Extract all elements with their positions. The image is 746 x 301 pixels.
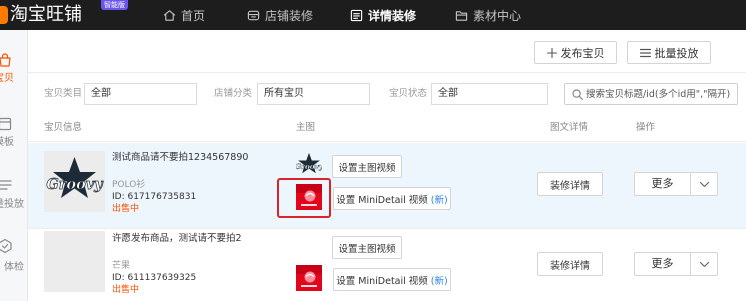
sidebar-item-label: 体检 <box>4 262 24 273</box>
column-header-info: 宝贝信息 <box>44 122 83 133</box>
set-main-video-button[interactable]: 设置主图视频 <box>332 236 402 259</box>
sidebar-item-label: 宝贝 <box>0 73 14 84</box>
groovy-logo-image: Groovy <box>295 152 324 174</box>
decorate-detail-label: 装修详情 <box>550 260 590 272</box>
sidebar-item-batch-placement[interactable]: 量投放 <box>0 177 27 217</box>
nav-item-label: 首页 <box>181 8 206 23</box>
store-icon <box>247 10 260 20</box>
publish-product-label: 发布宝贝 <box>560 46 605 60</box>
more-button[interactable]: 更多 <box>634 252 691 276</box>
set-minidetail-video-button[interactable]: 设置 MiniDetail 视频 (新) <box>333 268 451 291</box>
header-divider <box>28 141 746 142</box>
app-title[interactable]: 淘宝旺铺 <box>10 4 82 26</box>
more-dropdown-toggle[interactable] <box>690 172 718 196</box>
decorate-detail-button[interactable]: 装修详情 <box>537 252 603 276</box>
row-divider <box>28 228 746 229</box>
set-minidetail-video-label: 设置 MiniDetail 视频 <box>336 194 428 206</box>
sidebar-item-templates[interactable]: 模板 <box>0 116 27 156</box>
decorate-detail-label: 装修详情 <box>550 180 590 192</box>
set-minidetail-video-label: 设置 MiniDetail 视频 <box>336 275 428 287</box>
product-thumbnail[interactable] <box>44 231 105 292</box>
product-title[interactable]: 许愿发布商品，测试请不要拍2 <box>112 233 242 245</box>
plus-icon <box>546 47 557 58</box>
logo-lettering: Groovy <box>296 162 322 171</box>
batch-placement-label: 批量投放 <box>654 46 699 60</box>
sidebar-item-label: 模板 <box>0 137 14 148</box>
category-filter-label: 宝贝类目 <box>44 88 83 99</box>
product-category: POLO衫 <box>112 180 146 190</box>
top-nav-bar: 淘宝旺铺 智能版 首页 店铺装修 详情装修 素材中心 <box>0 0 746 30</box>
search-box[interactable] <box>564 83 738 105</box>
highlight-annotation-box <box>277 178 331 218</box>
folder-icon <box>455 10 468 21</box>
home-icon <box>163 9 176 21</box>
minidetail-thumbnail[interactable] <box>296 265 322 291</box>
decorate-detail-button[interactable]: 装修详情 <box>537 172 603 196</box>
nav-item-detail-decoration[interactable]: 详情装修 <box>350 0 416 30</box>
status-filter-label: 宝贝状态 <box>389 88 428 99</box>
taobao-logo-icon <box>0 6 8 24</box>
more-actions-dropdown: 更多 <box>634 172 718 196</box>
column-header-actions: 操作 <box>636 122 656 133</box>
shield-check-icon <box>0 238 12 254</box>
sidebar-item-products[interactable]: 宝贝 <box>0 52 27 92</box>
batch-list-icon <box>0 180 12 190</box>
search-icon <box>572 89 583 100</box>
nav-item-label: 详情装修 <box>368 8 417 23</box>
new-tag: (新) <box>430 275 448 287</box>
nav-item-material-center[interactable]: 素材中心 <box>455 0 521 30</box>
more-dropdown-toggle[interactable] <box>690 252 718 276</box>
toolbar-divider <box>28 72 746 73</box>
new-tag: (新) <box>430 194 448 206</box>
product-thumbnail[interactable]: Groovy <box>44 151 105 212</box>
left-sidebar: 宝贝 模板 量投放 体检 <box>0 30 28 301</box>
nav-item-label: 店铺装修 <box>265 8 314 23</box>
shop-category-select[interactable]: 所有宝贝 <box>257 83 370 105</box>
red-product-image <box>296 265 322 291</box>
status-select[interactable]: 全部 <box>431 83 548 105</box>
publish-product-button[interactable]: 发布宝贝 <box>534 41 617 64</box>
list-icon <box>639 48 651 57</box>
nav-item-home[interactable]: 首页 <box>163 0 205 30</box>
chevron-down-icon <box>699 261 709 267</box>
column-header-detail: 图文详情 <box>550 122 589 133</box>
product-id: ID: 611137639325 <box>112 273 197 283</box>
set-main-video-label: 设置主图视频 <box>338 243 396 255</box>
search-input[interactable] <box>586 84 736 104</box>
chevron-down-icon <box>699 181 709 187</box>
nav-item-label: 素材中心 <box>473 8 522 23</box>
sidebar-item-label: 量投放 <box>0 199 24 210</box>
sidebar-item-health-check[interactable]: 体检 <box>0 238 27 278</box>
logo-lettering: Groovy <box>46 176 104 193</box>
set-minidetail-video-button[interactable]: 设置 MiniDetail 视频 (新) <box>333 187 451 210</box>
shop-category-filter-label: 店铺分类 <box>214 88 253 99</box>
nav-item-store-decoration[interactable]: 店铺装修 <box>247 0 313 30</box>
template-icon <box>0 117 12 131</box>
set-main-video-label: 设置主图视频 <box>338 162 396 174</box>
product-status: 出售中 <box>112 204 140 214</box>
main-image-thumbnail[interactable]: Groovy <box>295 152 324 178</box>
groovy-logo-image: Groovy <box>46 157 105 198</box>
product-category: 芒果 <box>112 261 131 271</box>
product-bag-icon <box>0 53 11 67</box>
column-header-main-image: 主图 <box>296 122 316 133</box>
batch-placement-button[interactable]: 批量投放 <box>627 41 711 64</box>
product-id: ID: 617176735831 <box>112 192 197 202</box>
detail-icon <box>350 9 363 21</box>
product-status: 出售中 <box>112 285 140 295</box>
edition-badge: 智能版 <box>101 0 128 10</box>
more-button[interactable]: 更多 <box>634 172 691 196</box>
set-main-video-button[interactable]: 设置主图视频 <box>332 155 402 178</box>
more-actions-dropdown: 更多 <box>634 252 718 276</box>
product-title[interactable]: 测试商品请不要拍1234567890 <box>112 152 248 164</box>
category-select[interactable]: 全部 <box>84 83 197 105</box>
